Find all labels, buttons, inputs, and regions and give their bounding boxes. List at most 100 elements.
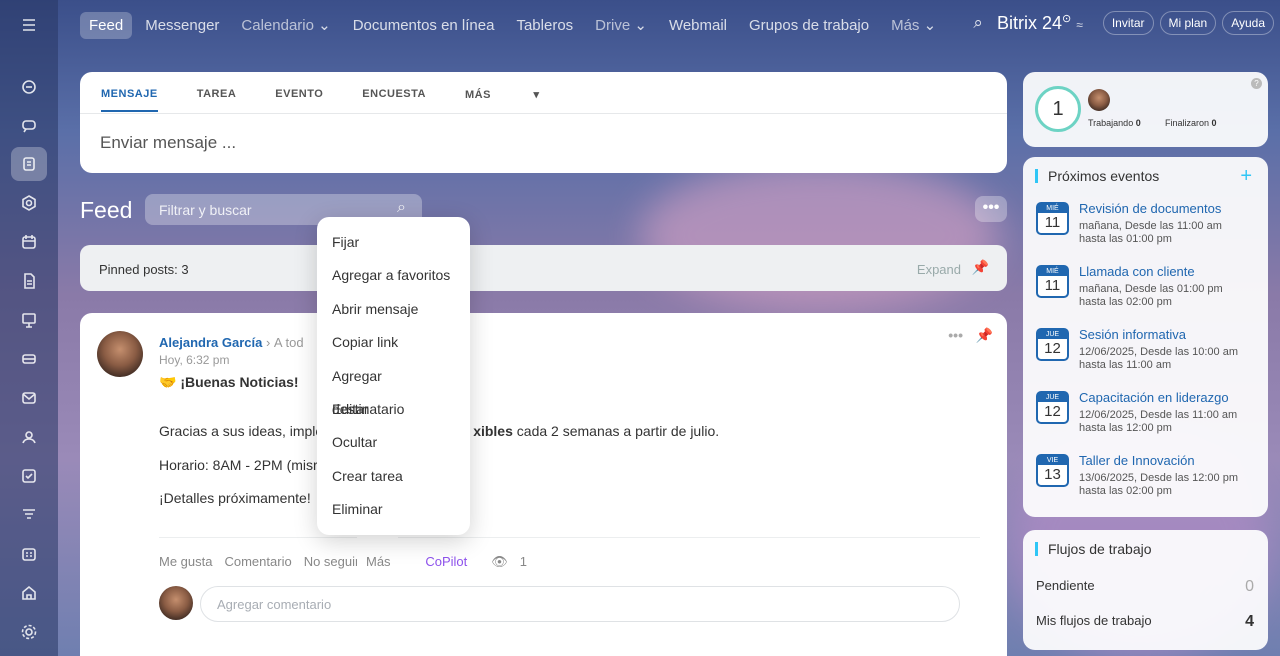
nav-more[interactable]: Más ⌄ [882, 11, 945, 39]
document-icon[interactable] [11, 264, 47, 298]
menu-icon[interactable] [11, 8, 47, 42]
menu-item-hide[interactable]: Ocultar [317, 426, 470, 459]
event-weekday: MIÉ [1038, 204, 1067, 213]
event-title[interactable]: Capacitación en liderazgo [1079, 390, 1229, 405]
nav-webmail[interactable]: Webmail [660, 12, 736, 39]
nav-calendar[interactable]: Calendario ⌄ [232, 11, 339, 39]
feed-icon[interactable] [11, 147, 47, 181]
post-text-line3: ¡Detalles próximamente! [159, 490, 311, 506]
views-count: 👁 1 [491, 554, 539, 570]
chat-icon[interactable] [11, 109, 47, 143]
event-time: mañana, Desde las 11:00 am hasta las 01:0… [1079, 220, 1222, 246]
copilot-button[interactable]: CoPilot [425, 554, 467, 570]
tasks-icon[interactable] [11, 459, 47, 493]
store-icon[interactable] [11, 576, 47, 610]
event-title[interactable]: Llamada con cliente [1079, 264, 1195, 279]
eye-icon: 👁 [491, 554, 508, 569]
event-title[interactable]: Sesión informativa [1079, 327, 1186, 342]
pending-row[interactable]: Pendiente 0 [1036, 578, 1254, 595]
event-time-line: mañana, Desde las 11:00 am [1079, 220, 1222, 232]
menu-item-open[interactable]: Abrir mensaje [317, 293, 470, 326]
my-workflows-row[interactable]: Mis flujos de trabajo 4 [1036, 613, 1254, 630]
post-actions: Me gusta Comentario No seguir CoPilot 👁 1 [159, 554, 551, 570]
my-plan-button[interactable]: Mi plan [1159, 11, 1217, 35]
calendar-icon[interactable] [11, 225, 47, 259]
expand-link[interactable]: Expand [917, 262, 961, 277]
event-day: 12 [1044, 340, 1061, 357]
tab-event[interactable]: EVENTO [275, 88, 323, 112]
search-icon[interactable]: ⌕ [973, 13, 983, 33]
my-workflows-count: 4 [1245, 613, 1254, 630]
post-more-icon[interactable]: ••• [948, 327, 963, 343]
brand-logo: Bitrix 24⊙ ≈ [996, 13, 1083, 33]
work-count: 1 [1052, 98, 1064, 120]
nav-workgroups[interactable]: Grupos de trabajo [740, 12, 878, 39]
pinned-posts-bar[interactable]: Pinned posts: 3 Expand 📌 [80, 245, 1007, 291]
schedule-icon[interactable] [11, 537, 47, 571]
tab-poll[interactable]: ENCUESTA [362, 88, 426, 112]
event-title[interactable]: Revisión de documentos [1079, 201, 1221, 216]
menu-item-favorites[interactable]: Agregar a favoritos [317, 259, 470, 292]
tab-message[interactable]: MENSAJE [101, 88, 158, 112]
author-name[interactable]: Alejandra García [159, 335, 262, 350]
pending-count: 0 [1245, 578, 1254, 595]
event-day: 13 [1044, 466, 1061, 483]
feed-post: Alejandra García › A tod Hoy, 6:32 pm 🤝 … [80, 313, 1007, 656]
add-event-button[interactable]: + [1240, 165, 1252, 188]
pin-icon[interactable]: 📌 [976, 327, 993, 344]
more-label: Más [366, 554, 391, 569]
menu-item-copy-link[interactable]: Copiar link [317, 326, 470, 359]
nav-messenger[interactable]: Messenger [136, 12, 228, 39]
post-composer: MENSAJE TAREA EVENTO ENCUESTA MÁS ▾ Envi… [80, 72, 1007, 173]
settings-icon[interactable] [11, 615, 47, 649]
nav-feed[interactable]: Feed [80, 11, 133, 39]
post-text-line2: Horario: 8AM - 2PM (misr [159, 457, 318, 473]
nav-drive[interactable]: Drive ⌄ [586, 11, 656, 39]
event-weekday: MIÉ [1038, 267, 1067, 276]
post-recipient[interactable]: A tod [274, 335, 304, 350]
post-author[interactable]: Alejandra García › A tod [159, 335, 304, 350]
working-value: 0 [1135, 118, 1141, 128]
hexagon-icon[interactable] [11, 186, 47, 220]
presentation-icon[interactable] [11, 303, 47, 337]
copilot-icon[interactable] [11, 70, 47, 104]
help-icon[interactable]: ? [1251, 78, 1262, 89]
group-icon[interactable] [11, 420, 47, 454]
nav-drive-label: Drive [595, 17, 631, 34]
events-title: Próximos eventos [1035, 169, 1159, 183]
event-time-line: 13/06/2025, Desde las 12:00 pm [1079, 472, 1239, 484]
comment-input[interactable]: Agregar comentario [200, 586, 960, 622]
avatar[interactable] [97, 331, 143, 377]
menu-item-create-task[interactable]: Crear tarea [317, 460, 470, 493]
search-icon[interactable]: ⌕ [397, 199, 406, 217]
event-time-line: 12/06/2025, Desde las 11:00 am [1079, 409, 1238, 421]
menu-item-add-recipient[interactable]: Agregar destinatario [317, 360, 470, 417]
drive-icon[interactable] [11, 342, 47, 376]
pending-label: Pendiente [1036, 578, 1095, 593]
nav-documents[interactable]: Documentos en línea [344, 12, 504, 39]
tab-more[interactable]: MÁS ▾ [465, 88, 540, 112]
calendar-icon: MIÉ 11 [1036, 265, 1069, 298]
menu-item-pin[interactable]: Fijar [317, 226, 470, 259]
calendar-icon: VIE 13 [1036, 454, 1069, 487]
post-title: 🤝 ¡Buenas Noticias! [159, 374, 299, 390]
time-manager-widget[interactable]: 1 Trabajando 0 Finalizaron 0 ? [1023, 72, 1268, 147]
tab-task[interactable]: TAREA [197, 88, 237, 112]
event-weekday: VIE [1038, 456, 1067, 465]
funnel-icon[interactable] [11, 498, 47, 532]
message-input[interactable]: Enviar mensaje ... [100, 133, 236, 153]
post-time[interactable]: Hoy, 6:32 pm [159, 353, 229, 367]
like-button[interactable]: Me gusta [159, 554, 212, 570]
comment-button[interactable]: Comentario [224, 554, 291, 570]
divider [159, 537, 980, 538]
event-title[interactable]: Taller de Innovación [1079, 453, 1195, 468]
event-weekday: JUE [1038, 393, 1067, 402]
unfollow-button[interactable]: No seguir [304, 554, 360, 570]
feed-options-button[interactable]: ••• [975, 196, 1007, 222]
mail-icon[interactable] [11, 381, 47, 415]
nav-boards[interactable]: Tableros [507, 12, 582, 39]
calendar-icon: MIÉ 11 [1036, 202, 1069, 235]
invite-button[interactable]: Invitar [1102, 11, 1154, 35]
help-button[interactable]: Ayuda [1222, 11, 1274, 35]
menu-item-delete[interactable]: Eliminar [317, 493, 470, 526]
